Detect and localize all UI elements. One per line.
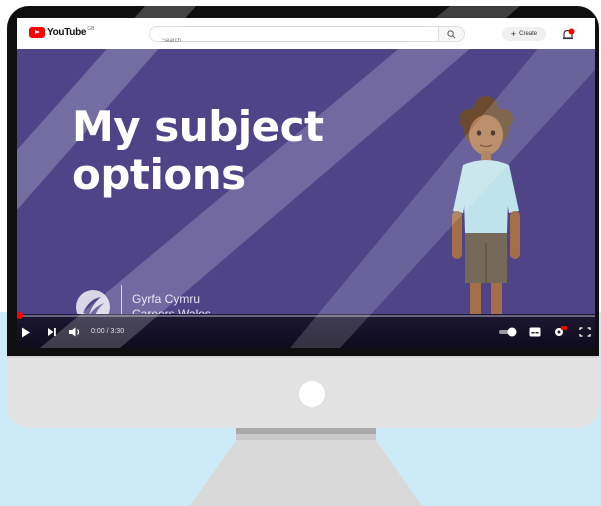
create-button[interactable]: + Create: [502, 27, 546, 41]
play-icon: [22, 327, 30, 337]
volume-button[interactable]: [69, 326, 81, 338]
progress-scrubber[interactable]: [17, 312, 23, 319]
search-button[interactable]: [439, 26, 465, 42]
progress-bar[interactable]: [17, 312, 595, 319]
brand-welsh-name: Gyrfa Cymru: [132, 292, 201, 306]
search-box: [149, 26, 439, 48]
create-label: Create: [519, 31, 538, 37]
youtube-play-icon: [29, 27, 45, 38]
search-icon: [447, 29, 456, 38]
player-timecode: 0:00 / 3:30: [91, 328, 125, 335]
autoplay-toggle-icon: [499, 327, 517, 337]
volume-icon: [69, 327, 80, 337]
video-title-line-2: options: [72, 150, 246, 199]
region-badge: GB: [87, 25, 95, 32]
youtube-top-bar: YouTube GB + Create: [17, 18, 595, 49]
subtitles-icon: [529, 327, 541, 337]
plus-icon: +: [510, 29, 517, 39]
play-button[interactable]: [21, 326, 31, 338]
video-frame[interactable]: My subject options Gyrfa Cymru: [17, 49, 595, 340]
notifications-bell-icon[interactable]: [561, 27, 575, 41]
youtube-wordmark: YouTube: [47, 27, 87, 38]
cartoon-student-figure: [452, 96, 520, 340]
gear-icon: [555, 326, 567, 336]
video-title: My subject options: [72, 103, 324, 199]
search-input[interactable]: [160, 34, 414, 48]
fullscreen-button[interactable]: [579, 326, 591, 338]
youtube-logo[interactable]: YouTube GB: [29, 25, 95, 38]
subtitles-button[interactable]: [529, 326, 541, 338]
next-icon: [48, 328, 56, 336]
monitor-screen: YouTube GB + Create My subject op: [17, 18, 595, 348]
fullscreen-icon: [579, 327, 591, 337]
next-button[interactable]: [47, 326, 57, 338]
autoplay-toggle[interactable]: [499, 326, 517, 338]
power-button[interactable]: [299, 381, 325, 407]
video-title-line-1: My subject: [72, 102, 324, 151]
player-controls: 0:00 / 3:30: [17, 312, 595, 348]
settings-button[interactable]: [553, 326, 567, 338]
